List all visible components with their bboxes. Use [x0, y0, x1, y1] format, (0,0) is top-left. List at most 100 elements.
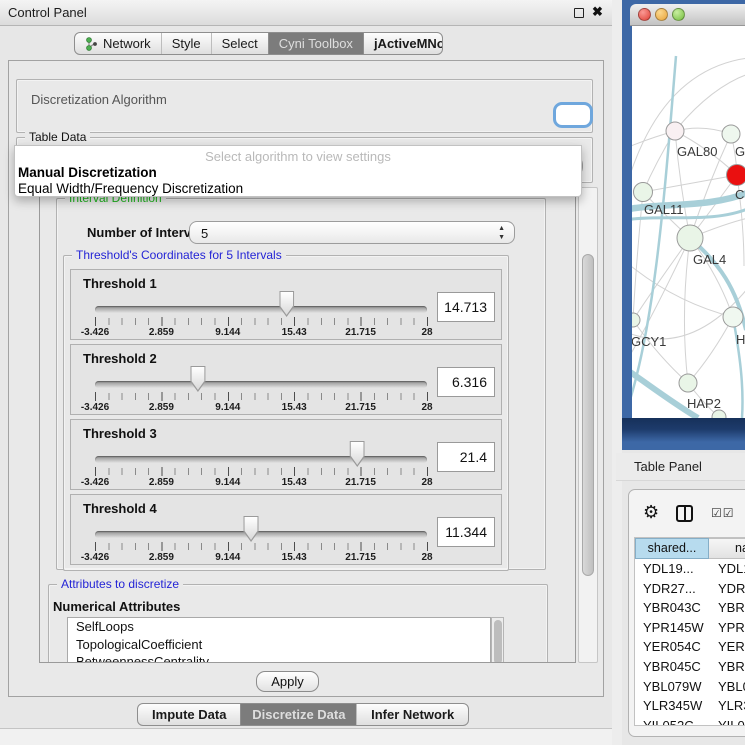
number-of-intervals-combobox[interactable]: 5 ▲▼: [189, 221, 515, 244]
cell-name[interactable]: YBR0: [709, 657, 745, 677]
gear-icon[interactable]: ⚙: [643, 502, 659, 523]
attribute-list-item[interactable]: SelfLoops: [68, 618, 490, 636]
slider-track[interactable]: [95, 456, 427, 463]
attribute-list-item[interactable]: BetweennessCentrality: [68, 653, 490, 663]
tab-select[interactable]: Select: [211, 33, 268, 54]
slider-handle[interactable]: [350, 441, 365, 467]
threshold-slider[interactable]: -3.4262.8599.14415.4321.71528: [95, 495, 427, 564]
cyni-toolbox-panel: Discretization Algorithm Select algorith…: [8, 60, 604, 697]
threshold-slider[interactable]: -3.4262.8599.14415.4321.71528: [95, 345, 427, 414]
threshold-slider[interactable]: -3.4262.8599.14415.4321.71528: [95, 420, 427, 489]
threshold-value-field[interactable]: 11.344: [437, 517, 495, 547]
network-node[interactable]: [727, 165, 745, 186]
close-panel-icon[interactable]: ✖: [592, 4, 603, 20]
slider-handle[interactable]: [244, 516, 259, 542]
cell-shared-name[interactable]: YLR345W: [635, 696, 709, 716]
network-node[interactable]: [712, 410, 726, 418]
select-columns-icon[interactable]: ☑☑: [711, 506, 735, 520]
threshold-panel: Threshold 4 -3.4262.8599.14415.4321.7152…: [70, 494, 502, 565]
cell-name[interactable]: YDL1: [709, 559, 745, 579]
cell-shared-name[interactable]: YDL19...: [635, 559, 709, 579]
attribute-list-item[interactable]: TopologicalCoefficient: [68, 636, 490, 654]
settings-scrollbar-thumb[interactable]: [582, 254, 594, 576]
cell-shared-name[interactable]: YPR145W: [635, 618, 709, 638]
table-panel-window: ⚙ ☑☑ shared... na YDL19...YDL1YDR27...YD…: [628, 489, 745, 737]
close-window-icon[interactable]: [638, 8, 651, 21]
cell-shared-name[interactable]: YBR043C: [635, 598, 709, 618]
tab-style[interactable]: Style: [161, 33, 211, 54]
threshold-value-field[interactable]: 14.713: [437, 292, 495, 322]
network-node-label: C: [735, 187, 744, 202]
table-row[interactable]: YIL052CYIL0: [635, 716, 745, 726]
cell-shared-name[interactable]: YBL079W: [635, 677, 709, 697]
table-row[interactable]: YDR27...YDR2: [635, 579, 745, 599]
discretization-algorithm-group: Discretization Algorithm: [16, 79, 593, 133]
combo-stepper-icon: ▲▼: [498, 224, 505, 242]
network-node-label: GA: [735, 144, 745, 159]
popup-option-manual-discretization[interactable]: Manual Discretization: [18, 165, 157, 180]
numerical-attributes-list[interactable]: SelfLoopsTopologicalCoefficientBetweenne…: [67, 617, 491, 663]
slider-handle[interactable]: [279, 291, 294, 317]
panel-title: Control Panel: [8, 5, 87, 20]
cell-name[interactable]: YLR3: [709, 696, 745, 716]
network-canvas[interactable]: GAL80GACGAL11GAL4GCY1HHAP2: [632, 26, 745, 418]
cell-name[interactable]: YER0: [709, 637, 745, 657]
popup-option-equal-width[interactable]: Equal Width/Frequency Discretization: [18, 181, 243, 196]
table-row[interactable]: YBR043CYBR0: [635, 598, 745, 618]
table-row[interactable]: YDL19...YDL1: [635, 559, 745, 579]
apply-button[interactable]: Apply: [256, 671, 319, 692]
tab-network[interactable]: Network: [75, 33, 161, 54]
bottom-strip: [0, 728, 612, 745]
slider-scale-label: 9.144: [215, 477, 240, 488]
threshold-value-field[interactable]: 21.4: [437, 442, 495, 472]
network-node[interactable]: [677, 225, 703, 251]
network-window-titlebar[interactable]: [630, 4, 745, 26]
network-node[interactable]: [679, 374, 697, 392]
cell-name[interactable]: YPR1: [709, 618, 745, 638]
threshold-value-field[interactable]: 6.316: [437, 367, 495, 397]
cell-name[interactable]: YDR2: [709, 579, 745, 599]
slider-track[interactable]: [95, 306, 427, 313]
column-header-shared-name[interactable]: shared...: [635, 538, 709, 559]
cell-shared-name[interactable]: YBR045C: [635, 657, 709, 677]
slider-handle[interactable]: [190, 366, 205, 392]
panel-splitter[interactable]: [612, 0, 622, 745]
tab-cyni-toolbox[interactable]: Cyni Toolbox: [268, 33, 363, 54]
network-node[interactable]: [634, 183, 653, 202]
network-node[interactable]: [723, 307, 743, 327]
table-row[interactable]: YBR045CYBR0: [635, 657, 745, 677]
slider-track[interactable]: [95, 531, 427, 538]
network-node-label: GAL4: [693, 252, 726, 267]
network-node[interactable]: [722, 125, 740, 143]
slider-scale-labels: -3.4262.8599.14415.4321.71528: [95, 327, 427, 339]
cell-name[interactable]: YBR0: [709, 598, 745, 618]
cell-name[interactable]: YIL0: [709, 716, 745, 726]
algorithm-combobox-focused[interactable]: [553, 102, 593, 128]
cell-shared-name[interactable]: YDR27...: [635, 579, 709, 599]
network-node-label: GAL80: [677, 144, 717, 159]
network-node[interactable]: [632, 313, 640, 327]
settings-vertical-scrollbar[interactable]: [578, 187, 598, 663]
tab-jactivemnodules[interactable]: jActiveMNodules: [363, 33, 443, 54]
tab-discretize-data[interactable]: Discretize Data: [240, 704, 356, 725]
table-row[interactable]: YPR145WYPR1: [635, 618, 745, 638]
float-panel-icon[interactable]: [574, 8, 584, 18]
column-layout-icon[interactable]: [676, 505, 693, 522]
cell-shared-name[interactable]: YER054C: [635, 637, 709, 657]
tab-infer-network[interactable]: Infer Network: [356, 704, 468, 725]
slider-scale-label: 2.859: [149, 327, 174, 338]
network-node[interactable]: [666, 122, 684, 140]
column-header-name[interactable]: na: [709, 538, 745, 559]
attributes-list-scrollbar[interactable]: [491, 617, 504, 663]
threshold-slider[interactable]: -3.4262.8599.14415.4321.71528: [95, 270, 427, 339]
table-row[interactable]: YBL079WYBL0: [635, 677, 745, 697]
minimize-window-icon[interactable]: [655, 8, 668, 21]
zoom-window-icon[interactable]: [672, 8, 685, 21]
cell-name[interactable]: YBL0: [709, 677, 745, 697]
table-row[interactable]: YLR345WYLR3: [635, 696, 745, 716]
cell-shared-name[interactable]: YIL052C: [635, 716, 709, 726]
slider-track[interactable]: [95, 381, 427, 388]
tab-impute-data[interactable]: Impute Data: [138, 704, 240, 725]
table-row[interactable]: YER054CYER0: [635, 637, 745, 657]
attributes-scrollbar-thumb[interactable]: [494, 620, 502, 663]
